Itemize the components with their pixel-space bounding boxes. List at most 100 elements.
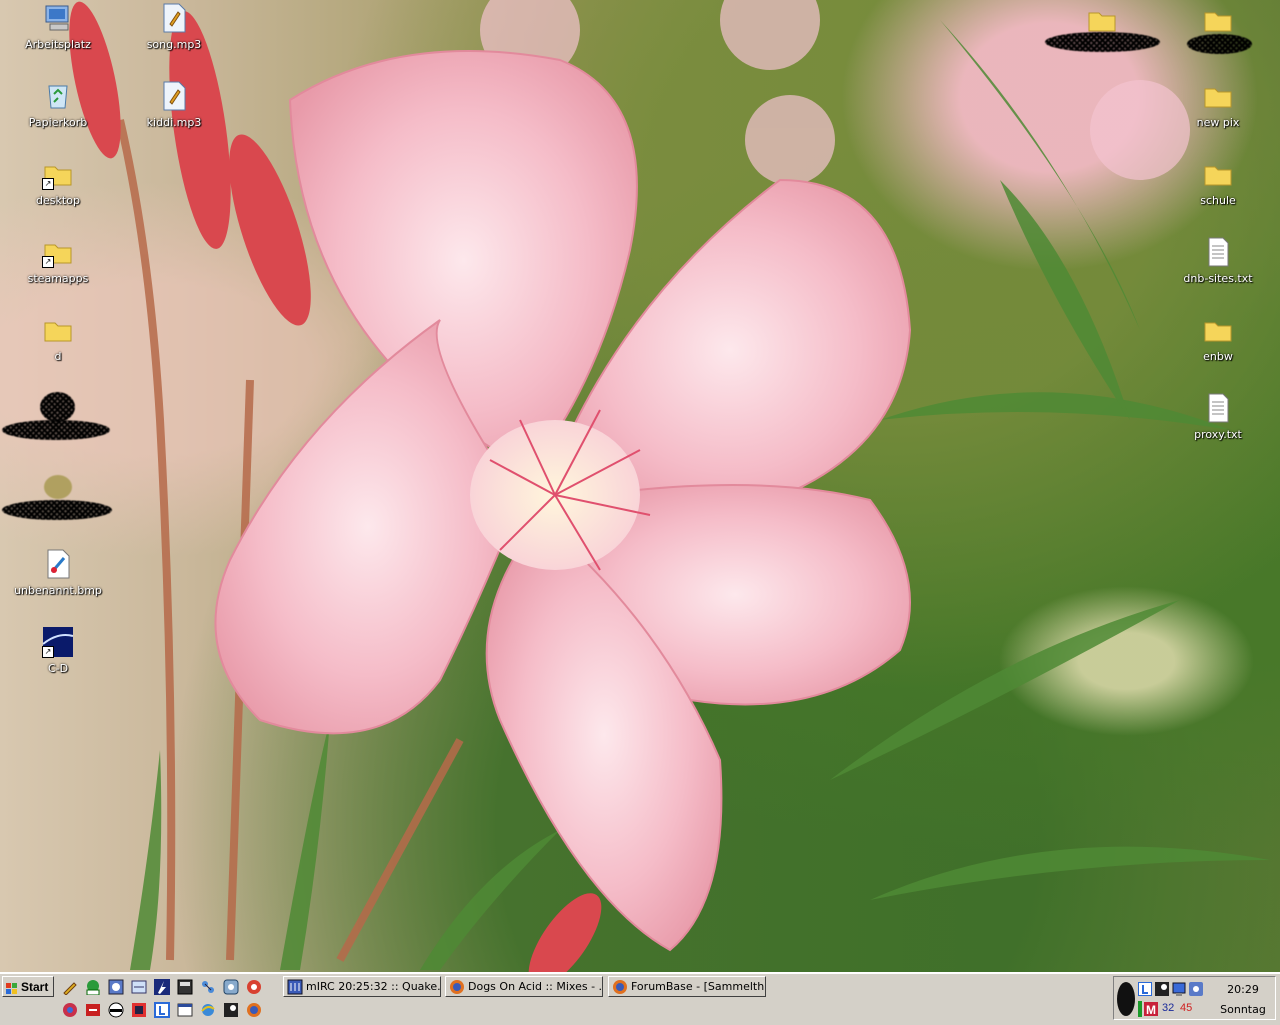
quicklaunch-pencil-icon[interactable]: [62, 979, 78, 996]
mp3-file-icon: [158, 2, 190, 34]
quicklaunch-drive-icon[interactable]: [108, 1002, 124, 1018]
taskbar: Start mIRC 20:25:32 :: Quake... Dogs On …: [0, 972, 1280, 1025]
taskbar-button-mirc[interactable]: mIRC 20:25:32 :: Quake...: [283, 976, 441, 997]
start-label: Start: [21, 980, 49, 994]
svg-text:M: M: [1146, 1003, 1156, 1016]
desktop-icon-folder[interactable]: [1168, 4, 1268, 36]
quicklaunch-window-icon[interactable]: [108, 979, 124, 995]
my-computer-icon: [42, 2, 74, 34]
icon-label: Arbeitsplatz: [25, 38, 91, 51]
folder-icon: [1202, 158, 1234, 190]
tray-l-icon[interactable]: [1137, 981, 1153, 997]
desktop-icon-steamapps[interactable]: ↗ steamapps: [8, 236, 108, 285]
desktop-icon-desktop[interactable]: ↗ desktop: [8, 158, 108, 207]
icon-label: steamapps: [27, 272, 89, 285]
desktop-icon-song-mp3[interactable]: song.mp3: [124, 2, 224, 51]
start-button[interactable]: Start: [2, 976, 54, 997]
icon-label: desktop: [36, 194, 80, 207]
desktop-icon-unbenannt-bmp[interactable]: unbenannt.bmp: [8, 548, 108, 597]
app-shortcut-icon: ↗: [42, 626, 74, 658]
desktop-icon-new-pix[interactable]: new pix: [1168, 80, 1268, 129]
folder-icon: [1202, 4, 1234, 36]
clock-time[interactable]: 20:29: [1218, 983, 1268, 996]
desktop-wallpaper[interactable]: Arbeitsplatz Papierkorb ↗ desktop ↗ stea…: [0, 0, 1280, 972]
icon-label: unbenannt.bmp: [14, 584, 102, 597]
desktop-icon-proxy-txt[interactable]: proxy.txt: [1168, 392, 1268, 441]
shortcut-arrow-icon: ↗: [42, 178, 54, 190]
icon-label: d: [54, 350, 62, 363]
windows-logo-icon: [6, 981, 18, 994]
desktop-icon-kiddi-mp3[interactable]: kiddi.mp3: [124, 80, 224, 129]
tray-censored-icon[interactable]: [1116, 980, 1136, 1018]
icon-label: Papierkorb: [28, 116, 88, 129]
quicklaunch-network-icon[interactable]: [200, 979, 216, 995]
taskbar-button-forumbase[interactable]: ForumBase - [Sammelthr...: [608, 976, 766, 997]
tray-temp-value: 45: [1180, 1002, 1193, 1014]
folder-icon: [1202, 314, 1234, 346]
icon-label: proxy.txt: [1194, 428, 1242, 441]
clock-day: Sonntag: [1220, 1003, 1266, 1016]
wallpaper-flower: [69, 0, 1270, 972]
quicklaunch-window2-icon[interactable]: [177, 1002, 193, 1018]
shortcut-arrow-icon: ↗: [42, 646, 54, 658]
desktop-icon-arbeitsplatz[interactable]: Arbeitsplatz: [8, 2, 108, 51]
quicklaunch-l-icon[interactable]: [154, 1002, 170, 1018]
task-label: mIRC 20:25:32 :: Quake...: [306, 980, 441, 993]
quicklaunch-tool-icon[interactable]: [223, 979, 239, 995]
censored-icon-label: [1187, 34, 1252, 54]
quicklaunch-chrome-icon[interactable]: [62, 1002, 78, 1018]
tray-network-icon[interactable]: [1172, 982, 1186, 996]
folder-icon: [42, 314, 74, 346]
quicklaunch-winamp-icon[interactable]: [154, 979, 170, 995]
folder-shortcut-icon: ↗: [42, 158, 74, 190]
quicklaunch-terminal-icon[interactable]: [177, 979, 193, 995]
quicklaunch-app-icon[interactable]: [131, 1002, 147, 1018]
icon-label: dnb-sites.txt: [1183, 272, 1253, 285]
recycle-bin-icon: [42, 80, 74, 112]
bitmap-file-icon: [42, 548, 74, 580]
desktop-icon-papierkorb[interactable]: Papierkorb: [8, 80, 108, 129]
desktop-icon-folder[interactable]: [1052, 4, 1152, 36]
icon-label: schule: [1200, 194, 1236, 207]
desktop-icon-dnb-sites-txt[interactable]: dnb-sites.txt: [1168, 236, 1268, 285]
text-file-icon: [1202, 392, 1234, 424]
censored-icon: [40, 392, 75, 422]
folder-icon: [1086, 4, 1118, 36]
icon-label: C-D: [47, 662, 69, 675]
censored-icon: [44, 475, 72, 499]
tray-steam-icon[interactable]: [1155, 982, 1169, 996]
firefox-icon: [449, 979, 465, 995]
shortcut-arrow-icon: ↗: [42, 256, 54, 268]
folder-icon: [1202, 80, 1234, 112]
desktop-icon-schule[interactable]: schule: [1168, 158, 1268, 207]
icon-label: enbw: [1203, 350, 1233, 363]
desktop-icon-enbw[interactable]: enbw: [1168, 314, 1268, 363]
icon-label: kiddi.mp3: [146, 116, 202, 129]
quicklaunch-game-icon[interactable]: [85, 1002, 101, 1018]
censored-icon-label: [2, 420, 110, 440]
quicklaunch-firefox-icon[interactable]: [246, 1002, 262, 1018]
mirc-icon: [287, 979, 303, 995]
folder-shortcut-icon: ↗: [42, 236, 74, 268]
icon-label: new pix: [1196, 116, 1240, 129]
desktop-icon-d[interactable]: d: [8, 314, 108, 363]
text-file-icon: [1202, 236, 1234, 268]
quicklaunch-ie-icon[interactable]: [200, 1002, 216, 1018]
taskbar-button-dogs-on-acid[interactable]: Dogs On Acid :: Mixes - ...: [445, 976, 603, 997]
mp3-file-icon: [158, 80, 190, 112]
tray-cpu-value: 32: [1162, 1002, 1175, 1014]
tray-cpu-bar-icon: [1138, 1001, 1142, 1017]
desktop-icon-c-d[interactable]: ↗ C-D: [8, 626, 108, 675]
firefox-icon: [612, 979, 628, 995]
quicklaunch-opera-icon[interactable]: [246, 979, 262, 995]
quicklaunch-explorer-icon[interactable]: [131, 979, 147, 995]
tray-mail-icon[interactable]: M: [1144, 1002, 1158, 1017]
quicklaunch-pro-icon[interactable]: [85, 979, 101, 996]
icon-label: song.mp3: [146, 38, 202, 51]
system-tray: M 32 45 20:29 Sonntag: [1113, 976, 1276, 1020]
tray-app-icon[interactable]: [1189, 982, 1203, 996]
censored-icon-label: [2, 500, 112, 520]
quicklaunch-steam-icon[interactable]: [223, 1002, 239, 1018]
task-label: Dogs On Acid :: Mixes - ...: [468, 980, 603, 993]
task-label: ForumBase - [Sammelthr...: [631, 980, 766, 993]
